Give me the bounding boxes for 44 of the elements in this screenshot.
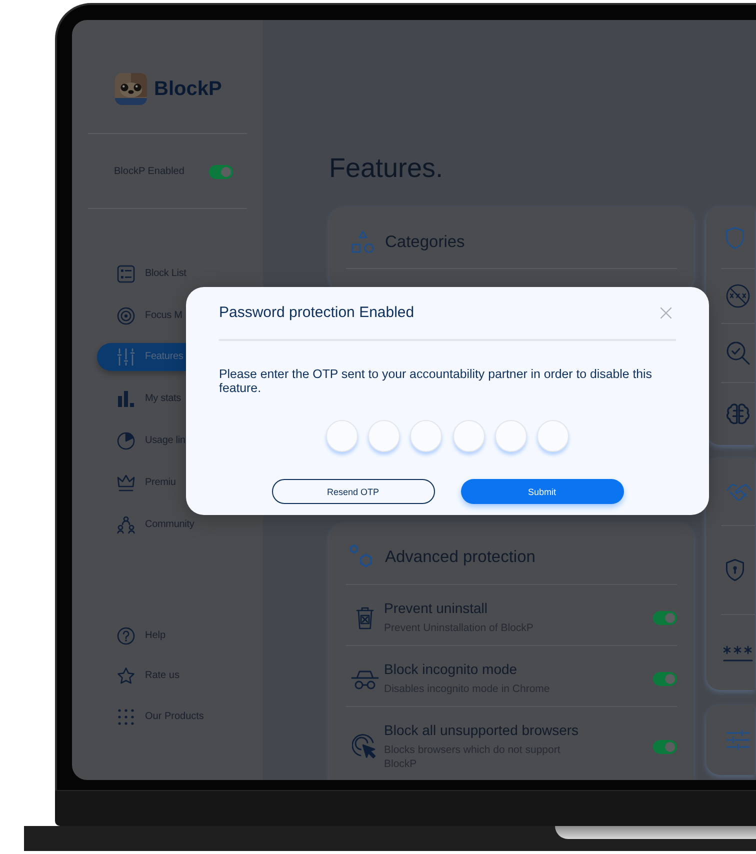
people-group-icon	[117, 516, 135, 534]
card-title: Advanced protection	[385, 546, 536, 566]
nav-item[interactable]: Features	[97, 343, 186, 372]
toggle-switch[interactable]	[653, 672, 677, 686]
brand-name: BlockP	[154, 77, 222, 101]
setting-title: Block all unsupported browsers	[384, 722, 579, 739]
hexagons-icon	[349, 544, 374, 569]
blocked-circle-icon	[726, 284, 750, 308]
pie-chart-icon	[117, 432, 135, 450]
trash-x-icon	[356, 606, 374, 630]
password-icon	[723, 644, 753, 662]
modal-message: Please enter the OTP sent to your accountability partner in order to disable this feature.	[219, 367, 653, 395]
crown-icon	[117, 474, 135, 492]
search-check-icon	[726, 341, 750, 365]
otp-field[interactable]	[368, 420, 400, 452]
submit-button[interactable]: Submit	[460, 479, 624, 504]
otp-field[interactable]	[410, 420, 442, 452]
toggle-switch[interactable]	[653, 740, 677, 754]
help-icon	[117, 626, 135, 645]
sliders-icon	[726, 729, 750, 751]
sliders-icon	[117, 348, 135, 366]
setting-title: Prevent uninstall	[384, 600, 488, 617]
otp-field[interactable]	[326, 420, 358, 452]
otp-field[interactable]	[452, 420, 485, 452]
card-title: Categories	[385, 232, 465, 252]
target-icon	[117, 306, 135, 325]
bar-chart-icon	[117, 390, 135, 408]
resend-button[interactable]: Resend OTP	[272, 479, 434, 504]
toggle-switch[interactable]	[653, 610, 677, 624]
otp-field[interactable]	[495, 420, 528, 452]
close-icon[interactable]	[660, 307, 672, 319]
shield-icon	[726, 226, 744, 248]
dots-grid-icon	[117, 708, 135, 726]
list-icon	[117, 264, 135, 283]
shield-lock-icon	[726, 559, 744, 581]
brain-icon	[726, 403, 750, 425]
toggle-switch[interactable]	[209, 165, 233, 179]
star-icon	[117, 667, 135, 686]
shapes-icon	[351, 230, 375, 254]
modal-title: Password protection Enabled	[219, 303, 414, 323]
dog-logo-icon	[115, 73, 147, 105]
setting-title: Block incognito mode	[384, 661, 518, 678]
cursor-click-icon	[352, 734, 378, 760]
otp-field[interactable]	[537, 420, 570, 452]
